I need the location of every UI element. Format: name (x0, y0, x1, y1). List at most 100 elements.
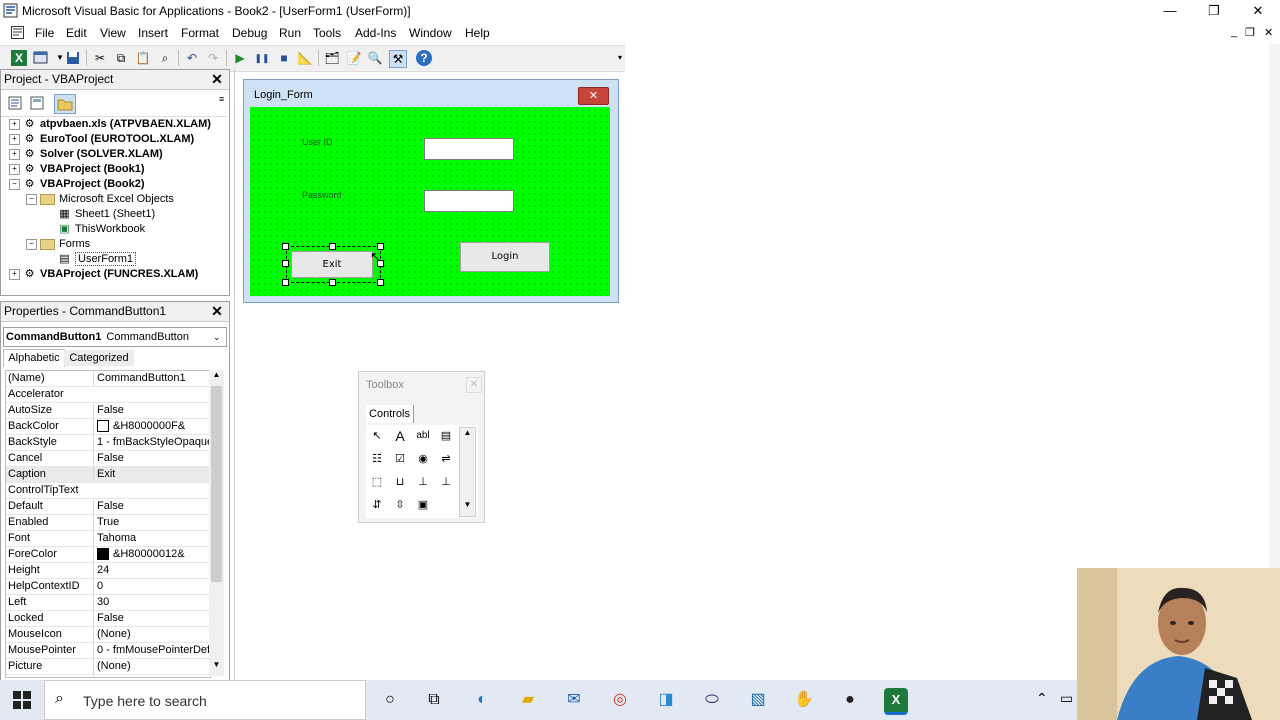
scrollbar-thumb[interactable] (211, 386, 222, 582)
resize-handle[interactable] (282, 260, 289, 267)
property-value[interactable]: (None) (93, 659, 210, 674)
property-value[interactable]: Tahoma (93, 531, 210, 546)
property-value[interactable]: (None) (93, 627, 210, 642)
tree-node-solver[interactable]: + ⚙ Solver (SOLVER.XLAM) (1, 147, 227, 162)
property-value[interactable]: True (93, 515, 210, 530)
app-icon[interactable]: ▧ (746, 688, 770, 712)
mdi-close-button[interactable]: ✕ (1264, 26, 1273, 39)
copy-icon[interactable]: ⧉ (113, 50, 129, 66)
property-row[interactable]: MousePointer 0 - fmMousePointerDefau (6, 643, 210, 659)
property-value[interactable]: CommandButton1 (93, 371, 210, 386)
find-icon[interactable]: ⌕ (157, 50, 173, 66)
toolbox-scrollbar[interactable]: ▲ ▼ (459, 427, 476, 517)
excel-taskbar-icon[interactable]: X (884, 688, 908, 715)
expander-minus-icon[interactable]: − (26, 193, 37, 205)
property-row[interactable]: ForeColor &H80000012& (6, 547, 210, 563)
tree-node-atpvbaen[interactable]: + ⚙ atpvbaen.xls (ATPVBAEN.XLAM) (1, 117, 227, 132)
pointer-tool-icon[interactable]: ↖ (368, 427, 386, 445)
app-icon[interactable]: ✋ (792, 688, 816, 712)
property-row[interactable]: MouseIcon (None) (6, 627, 210, 643)
scroll-down-icon[interactable]: ▼ (460, 500, 475, 509)
scroll-up-icon[interactable]: ▲ (209, 370, 224, 384)
close-button[interactable]: ✕ (1236, 0, 1280, 22)
tree-node-eurotool[interactable]: + ⚙ EuroTool (EUROTOOL.XLAM) (1, 132, 227, 147)
object-selector-dropdown[interactable]: CommandButton1 CommandButton ⌄ (3, 327, 227, 347)
view-code-icon[interactable] (7, 95, 23, 111)
property-value[interactable]: False (93, 499, 210, 514)
property-value[interactable]: &H8000000F& (93, 419, 210, 434)
paste-icon[interactable]: 📋 (135, 50, 151, 66)
vba-menu-icon[interactable] (11, 26, 24, 39)
label-tool-icon[interactable]: A (391, 427, 409, 445)
project-explorer-icon[interactable]: 🗂 (324, 50, 340, 66)
multipage-tool-icon[interactable]: ⊥ (437, 473, 455, 491)
app-icon[interactable]: ● (838, 688, 862, 712)
menu-format[interactable]: Format (181, 26, 219, 40)
property-value[interactable]: 7 - fmPicturePositionAbov (93, 675, 210, 677)
property-value[interactable]: 24 (93, 563, 210, 578)
properties-window-icon[interactable]: 📝 (346, 50, 362, 66)
windows-start-icon[interactable] (12, 690, 32, 710)
property-value[interactable]: Exit (93, 467, 210, 482)
menu-insert[interactable]: Insert (138, 26, 168, 40)
expander-plus-icon[interactable]: + (9, 118, 20, 130)
undo-icon[interactable]: ↶ (184, 50, 200, 66)
pane-splitter[interactable] (234, 69, 235, 680)
spinbutton-tool-icon[interactable]: ⇳ (391, 496, 409, 514)
property-row[interactable]: Caption Exit (6, 467, 210, 483)
menu-view[interactable]: View (100, 26, 126, 40)
property-row[interactable]: Font Tahoma (6, 531, 210, 547)
tree-node-forms[interactable]: − Forms (1, 237, 227, 252)
chrome-icon[interactable]: ◎ (608, 688, 632, 712)
scroll-up-icon[interactable]: ▲ (460, 428, 475, 437)
scroll-down-icon[interactable]: ▼ (209, 660, 224, 674)
property-row[interactable]: HelpContextID 0 (6, 579, 210, 595)
task-view-icon[interactable]: ⧉ (422, 688, 446, 712)
property-value[interactable]: 30 (93, 595, 210, 610)
view-object-icon[interactable] (29, 95, 45, 111)
property-value[interactable]: False (93, 451, 210, 466)
cortana-icon[interactable]: ○ (378, 688, 402, 712)
object-browser-icon[interactable]: 🔍 (367, 50, 383, 66)
tree-node-sheet1[interactable]: ▦ Sheet1 (Sheet1) (1, 207, 227, 222)
taskbar-search-box[interactable]: ⌕ Type here to search (44, 680, 366, 720)
break-icon[interactable]: ❚❚ (254, 50, 270, 66)
file-explorer-icon[interactable]: ▰ (516, 688, 540, 712)
property-row[interactable]: Default False (6, 499, 210, 515)
minimize-button[interactable]: — (1148, 0, 1192, 22)
property-row[interactable]: (Name) CommandButton1 (6, 371, 210, 387)
expander-plus-icon[interactable]: + (9, 148, 20, 160)
commandbutton-tool-icon[interactable]: ⊔ (391, 473, 409, 491)
menu-help[interactable]: Help (465, 26, 490, 40)
restore-button[interactable]: ❐ (1192, 0, 1236, 22)
expander-minus-icon[interactable]: − (26, 238, 37, 250)
mdi-minimize-button[interactable]: _ (1231, 26, 1237, 38)
resize-handle[interactable] (329, 243, 336, 250)
login-button[interactable]: Login (460, 242, 550, 272)
cut-icon[interactable]: ✂ (92, 50, 108, 66)
textbox-tool-icon[interactable]: abl (414, 427, 432, 445)
expander-plus-icon[interactable]: + (9, 268, 20, 280)
menu-debug[interactable]: Debug (232, 26, 267, 40)
property-row[interactable]: Locked False (6, 611, 210, 627)
checkbox-tool-icon[interactable]: ☑ (391, 450, 409, 468)
combobox-tool-icon[interactable]: ▤ (437, 427, 455, 445)
userid-textbox[interactable] (424, 138, 514, 160)
property-row[interactable]: Picture (None) (6, 659, 210, 675)
insert-userform-icon[interactable] (33, 50, 49, 66)
app-icon[interactable]: ◨ (654, 688, 678, 712)
menu-window[interactable]: Window (409, 26, 452, 40)
property-value[interactable]: 0 - fmMousePointerDefau (93, 643, 210, 658)
tree-node-vbaproject-book2[interactable]: − ⚙ VBAProject (Book2) (1, 177, 227, 192)
menu-file[interactable]: File (35, 26, 54, 40)
properties-panel-close-icon[interactable]: ✕ (209, 303, 225, 319)
property-row[interactable]: BackStyle 1 - fmBackStyleOpaque (6, 435, 210, 451)
edge-icon[interactable]: ◐ (470, 688, 494, 712)
app-icon[interactable]: ⬭ (700, 688, 724, 712)
scrollbar-tool-icon[interactable]: ⇵ (368, 496, 386, 514)
resize-handle[interactable] (282, 279, 289, 286)
password-textbox[interactable] (424, 190, 514, 212)
menu-run[interactable]: Run (279, 26, 301, 40)
toolbox-icon[interactable]: ⚒ (389, 50, 407, 68)
form-canvas[interactable]: User ID Password Exit ↖ Login (250, 107, 610, 296)
